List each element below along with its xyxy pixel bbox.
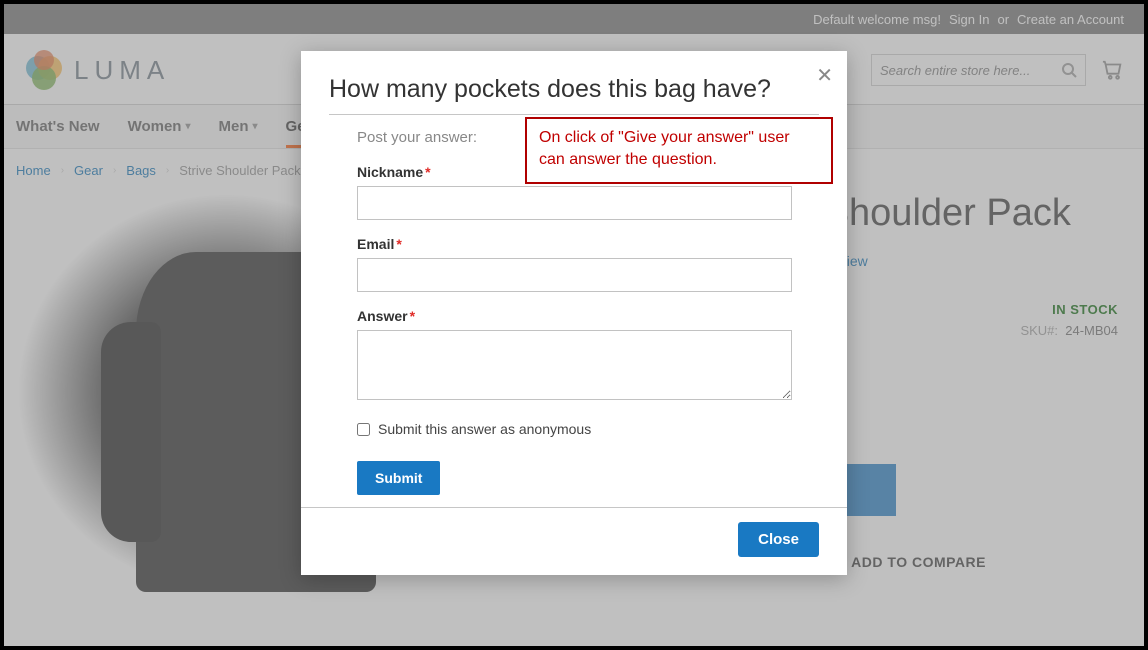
email-field[interactable] <box>357 258 792 292</box>
modal-title: How many pockets does this bag have? <box>329 75 819 115</box>
email-label: Email* <box>357 236 819 252</box>
close-icon[interactable]: ✕ <box>816 63 833 88</box>
nickname-field[interactable] <box>357 186 792 220</box>
close-button[interactable]: Close <box>738 522 819 557</box>
anonymous-label: Submit this answer as anonymous <box>378 421 591 437</box>
submit-button[interactable]: Submit <box>357 461 440 495</box>
annotation-callout: On click of "Give your answer" user can … <box>525 117 833 184</box>
anonymous-checkbox[interactable] <box>357 423 370 436</box>
answer-field[interactable] <box>357 330 792 400</box>
answer-label: Answer* <box>357 308 819 324</box>
